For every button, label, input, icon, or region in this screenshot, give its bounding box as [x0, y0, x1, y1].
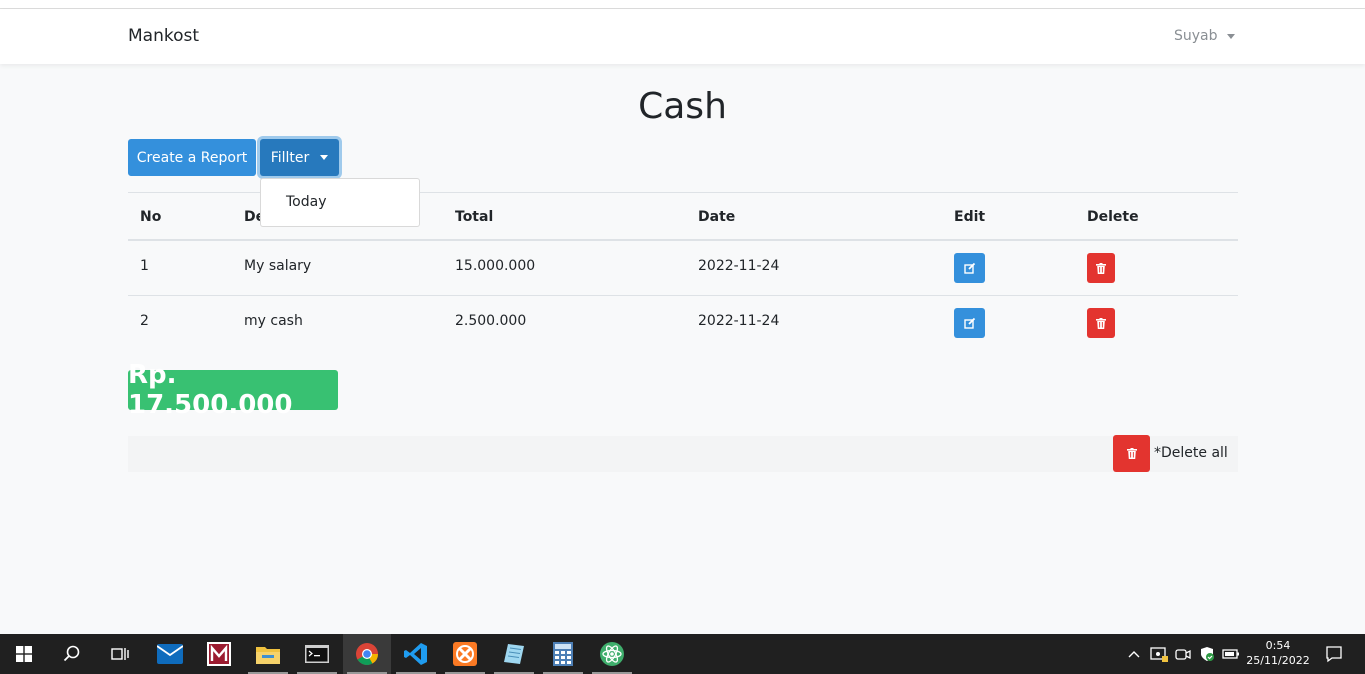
row-date: 2022-11-24 [698, 313, 780, 329]
camera-icon[interactable] [1173, 634, 1193, 674]
task-view-icon[interactable] [96, 634, 144, 674]
navbar: Mankost Suyab [0, 9, 1365, 64]
terminal-icon[interactable] [293, 634, 341, 674]
table-row: 1 My salary 15.000.000 2022-11-24 [128, 241, 1238, 296]
chevron-down-icon [320, 155, 329, 160]
windows-taskbar: 0:54 25/11/2022 [0, 634, 1365, 674]
vscode-icon[interactable] [392, 634, 440, 674]
filter-option-today[interactable]: Today [286, 194, 327, 210]
header-date: Date [698, 209, 736, 225]
page-title: Cash [638, 86, 727, 127]
network-icon[interactable] [1148, 634, 1170, 674]
row-no: 1 [140, 258, 149, 274]
row-no: 2 [140, 313, 149, 329]
battery-icon[interactable] [1220, 634, 1242, 674]
row-date: 2022-11-24 [698, 258, 780, 274]
atom-icon[interactable] [588, 634, 636, 674]
header-no: No [140, 209, 162, 225]
notepad-icon[interactable] [490, 634, 538, 674]
delete-button[interactable] [1087, 253, 1115, 283]
search-icon[interactable] [48, 634, 96, 674]
mendeley-icon[interactable] [195, 634, 243, 674]
chrome-icon[interactable] [343, 634, 391, 674]
trash-icon [1096, 317, 1106, 329]
brand-link[interactable]: Mankost [128, 26, 199, 46]
system-clock[interactable]: 0:54 25/11/2022 [1240, 638, 1316, 668]
row-total: 2.500.000 [455, 313, 527, 329]
trash-icon [1096, 262, 1106, 274]
mail-icon[interactable] [146, 634, 194, 674]
header-total: Total [455, 209, 494, 225]
filter-dropdown-menu: Today [260, 178, 420, 227]
header-delete: Delete [1087, 209, 1139, 225]
chevron-down-icon [1226, 33, 1235, 39]
delete-all-button[interactable] [1113, 435, 1150, 472]
xampp-icon[interactable] [441, 634, 489, 674]
total-amount-badge: Rp. 17.500.000 [128, 360, 338, 420]
user-name: Suyab [1174, 28, 1218, 44]
delete-button[interactable] [1087, 308, 1115, 338]
row-description: my cash [244, 313, 303, 329]
delete-all-bar: *Delete all [128, 435, 1238, 472]
row-total: 15.000.000 [455, 258, 536, 274]
edit-button[interactable] [954, 308, 985, 338]
header-edit: Edit [954, 209, 986, 225]
file-explorer-icon[interactable] [244, 634, 292, 674]
clock-date: 25/11/2022 [1246, 654, 1310, 667]
edit-button[interactable] [954, 253, 985, 283]
edit-icon [963, 317, 975, 329]
browser-top-edge [0, 0, 1365, 9]
row-description: My salary [244, 258, 312, 274]
user-dropdown-toggle[interactable]: Suyab [1174, 28, 1235, 44]
filter-label: Fillter [270, 149, 310, 166]
filter-dropdown-button[interactable]: Fillter [260, 139, 339, 176]
trash-icon [1126, 448, 1137, 459]
notification-icon[interactable] [1320, 634, 1348, 674]
calculator-icon[interactable] [539, 634, 587, 674]
windows-start-icon[interactable] [0, 634, 48, 674]
security-shield-icon[interactable] [1196, 634, 1218, 674]
delete-all-label: *Delete all [1154, 445, 1228, 461]
table-row: 2 my cash 2.500.000 2022-11-24 [128, 296, 1238, 351]
edit-icon [963, 262, 975, 274]
chevron-up-icon[interactable] [1124, 634, 1144, 674]
clock-time: 0:54 [1265, 639, 1291, 652]
create-report-button[interactable]: Create a Report [128, 139, 256, 176]
